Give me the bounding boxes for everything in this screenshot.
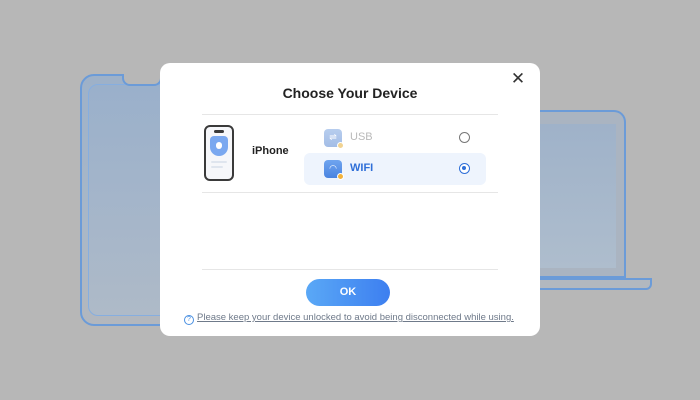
hint-row: ? Please keep your device unlocked to avo… <box>184 312 514 325</box>
connection-label-usb: USB <box>350 131 373 143</box>
radio-usb[interactable] <box>459 132 470 143</box>
background-phone-notch <box>122 74 162 86</box>
phone-island <box>214 130 224 133</box>
wifi-icon: ◠ <box>324 160 344 180</box>
radio-wifi[interactable] <box>459 163 470 174</box>
background-laptop-illustration <box>530 110 626 278</box>
divider <box>202 192 498 193</box>
phone-line <box>211 161 227 163</box>
background-laptop-screen <box>530 124 616 268</box>
background-laptop-base <box>530 278 652 290</box>
iphone-icon <box>204 125 234 181</box>
choose-device-dialog: ✕ Choose Your Device iPhone ⇌ USB ◠ WIFI <box>160 63 540 336</box>
usb-glyph: ⇌ <box>329 132 337 142</box>
divider <box>202 269 498 270</box>
ok-button[interactable]: OK <box>306 279 390 306</box>
connection-label-wifi: WIFI <box>350 162 374 174</box>
device-name: iPhone <box>252 145 289 157</box>
usb-icon: ⇌ <box>324 129 344 149</box>
help-icon: ? <box>184 315 194 325</box>
hint-link[interactable]: Please keep your device unlocked to avoi… <box>197 312 514 323</box>
phone-line <box>211 166 223 168</box>
device-row: iPhone ⇌ USB ◠ WIFI <box>202 115 498 191</box>
apple-shield-icon <box>210 136 228 156</box>
wifi-badge <box>337 173 344 180</box>
connection-option-usb[interactable]: ⇌ USB <box>304 122 486 154</box>
usb-badge <box>337 142 344 149</box>
wifi-glyph: ◠ <box>329 163 337 173</box>
connection-option-wifi[interactable]: ◠ WIFI <box>304 153 486 185</box>
dialog-title: Choose Your Device <box>282 85 418 101</box>
